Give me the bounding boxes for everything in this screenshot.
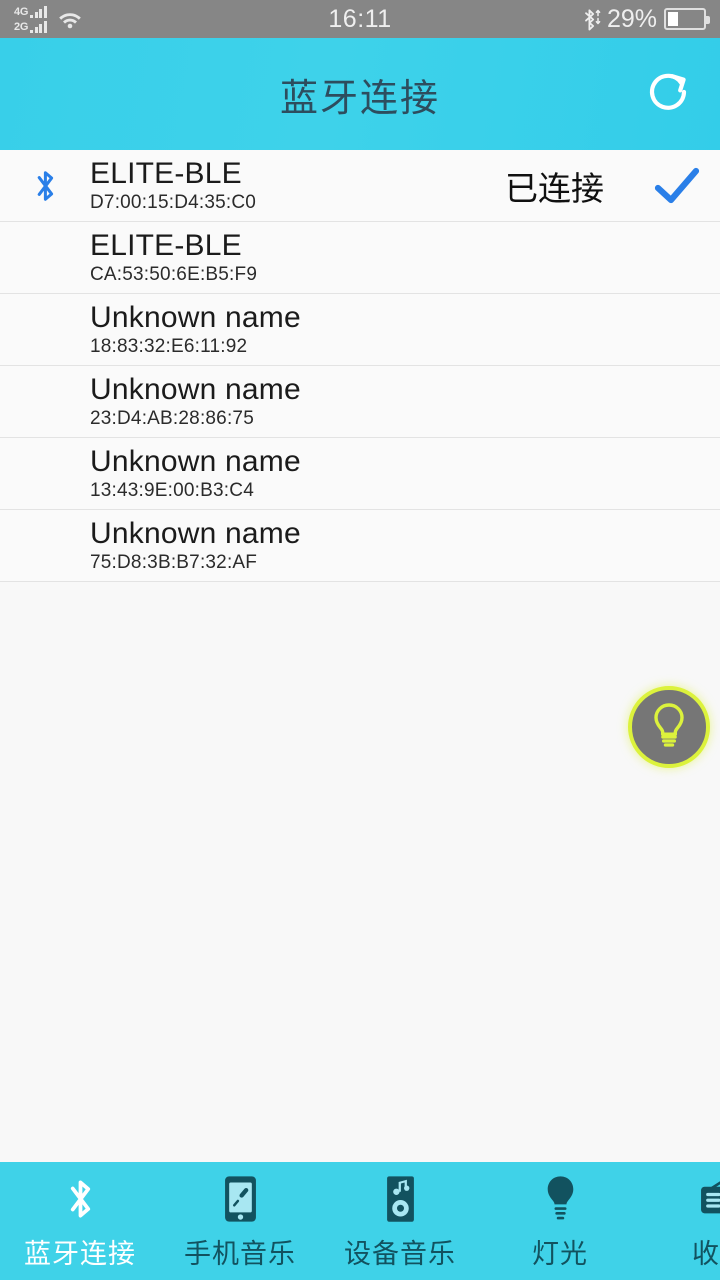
device-mac-address: 23:D4:AB:28:86:75 — [90, 408, 254, 429]
tab-label: 手机音乐 — [184, 1238, 296, 1269]
tab-label: 收音 — [692, 1238, 720, 1269]
status-badge: 已连接 — [505, 169, 604, 207]
device-name: Unknown name — [90, 373, 301, 406]
device-name: Unknown name — [90, 445, 301, 478]
tab-label: 蓝牙连接 — [24, 1238, 136, 1269]
light-toggle-fab[interactable] — [628, 686, 710, 768]
device-mac-address: 75:D8:3B:B7:32:AF — [90, 552, 258, 573]
status-bar: 4G 2G 16:11 29% — [0, 0, 720, 38]
refresh-button[interactable] — [632, 58, 704, 130]
device-name: ELITE-BLE — [90, 229, 242, 262]
app-header: 蓝牙连接 — [0, 38, 720, 150]
phone-screen: 4G 2G 16:11 29% 蓝牙连接 ELITE-BLE D7:00:15:… — [0, 0, 720, 1280]
device-mac-address: CA:53:50:6E:B5:F9 — [90, 264, 258, 285]
device-name: ELITE-BLE — [90, 157, 242, 190]
device-info: ELITE-BLE CA:53:50:6E:B5:F9 — [90, 229, 634, 286]
bluetooth-icon — [65, 1172, 96, 1226]
tab-2[interactable]: 手机音乐 — [160, 1162, 320, 1280]
device-name: Unknown name — [90, 301, 301, 334]
tab-1[interactable]: 蓝牙连接 — [0, 1162, 160, 1280]
bluetooth-device-list: ELITE-BLE D7:00:15:D4:35:C0 已连接 ELITE-BLE C… — [0, 150, 720, 582]
device-info: Unknown name 23:D4:AB:28:86:75 — [90, 373, 634, 430]
status-bar-right: 29% — [580, 4, 710, 34]
tab-4[interactable]: 灯光 — [480, 1162, 640, 1280]
bottom-navigation: 蓝牙连接 手机音乐 设备音乐 灯光 收 — [0, 1162, 720, 1280]
page-title: 蓝牙连接 — [279, 77, 440, 120]
device-name: Unknown name — [90, 517, 301, 550]
check-icon — [634, 164, 720, 208]
tab-label: 灯光 — [532, 1238, 588, 1269]
table-row[interactable]: Unknown name 18:83:32:E6:11:92 — [0, 294, 720, 366]
battery-icon — [664, 8, 710, 30]
light-bulb-icon — [544, 1172, 577, 1226]
table-row[interactable]: Unknown name 75:D8:3B:B7:32:AF — [0, 510, 720, 582]
tab-3[interactable]: 设备音乐 — [320, 1162, 480, 1280]
tab-5[interactable]: 收音 — [640, 1162, 720, 1280]
phone-music-icon — [223, 1172, 258, 1226]
table-row[interactable]: ELITE-BLE CA:53:50:6E:B5:F9 — [0, 222, 720, 294]
device-mac-address: D7:00:15:D4:35:C0 — [90, 192, 257, 213]
refresh-icon — [642, 66, 694, 123]
bluetooth-transfer-icon — [580, 7, 601, 31]
speaker-icon — [384, 1172, 417, 1226]
device-info: Unknown name 75:D8:3B:B7:32:AF — [90, 517, 634, 574]
radio-icon — [699, 1172, 720, 1226]
device-mac-address: 18:83:32:E6:11:92 — [90, 336, 248, 357]
battery-percent-label: 29% — [606, 4, 657, 33]
device-info: Unknown name 18:83:32:E6:11:92 — [90, 301, 634, 358]
light-bulb-icon — [647, 700, 691, 755]
tab-label: 设备音乐 — [344, 1238, 456, 1269]
device-info: Unknown name 13:43:9E:00:B3:C4 — [90, 445, 634, 502]
device-mac-address: 13:43:9E:00:B3:C4 — [90, 480, 254, 501]
table-row[interactable]: ELITE-BLE D7:00:15:D4:35:C0 已连接 — [0, 150, 720, 222]
bluetooth-icon — [0, 166, 90, 206]
table-row[interactable]: Unknown name 23:D4:AB:28:86:75 — [0, 366, 720, 438]
device-info: ELITE-BLE D7:00:15:D4:35:C0 — [90, 157, 505, 214]
table-row[interactable]: Unknown name 13:43:9E:00:B3:C4 — [0, 438, 720, 510]
